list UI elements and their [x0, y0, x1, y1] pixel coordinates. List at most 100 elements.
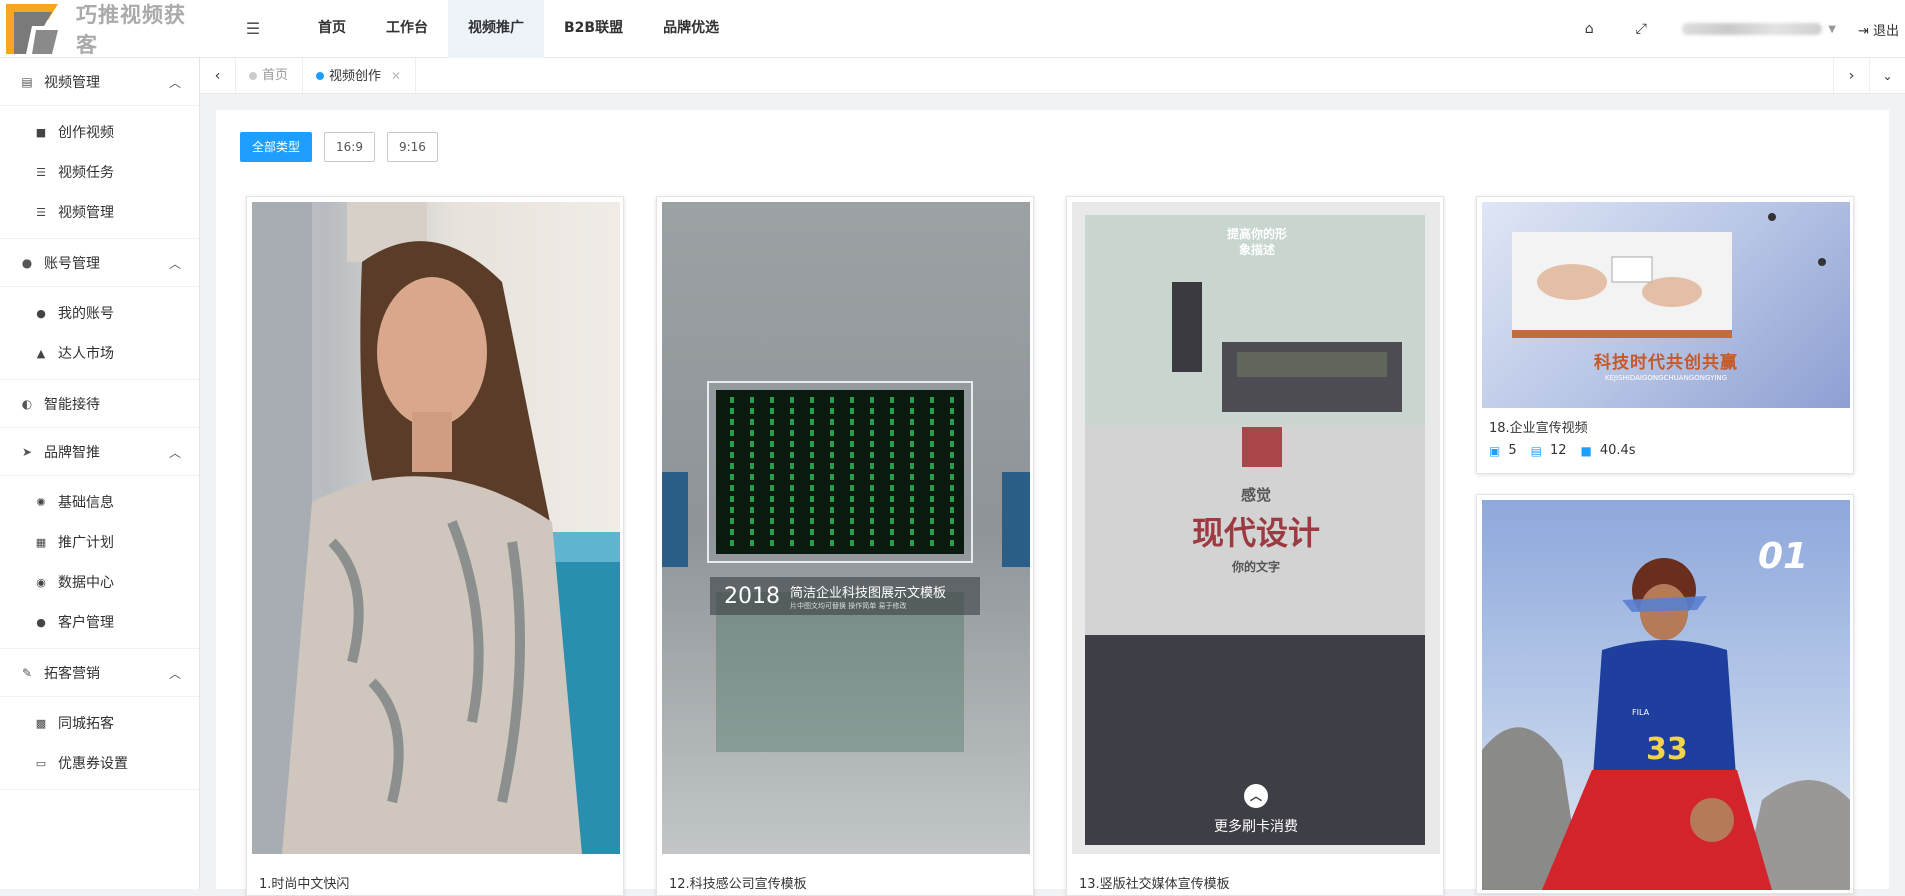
- filter-button[interactable]: 16:9: [324, 132, 375, 162]
- tech-screens-image: [662, 381, 1030, 752]
- page-tab[interactable]: 视频创作 ✕: [303, 58, 417, 94]
- overlay-title: 科技时代共创共赢: [1594, 353, 1738, 373]
- tabs-prev-icon[interactable]: ‹: [200, 58, 236, 94]
- duration: 40.4s: [1599, 443, 1636, 458]
- logo-mark-icon: [0, 0, 64, 58]
- sidebar-group-label: 品牌智推: [44, 444, 100, 461]
- template-card[interactable]: 科技时代共创共赢 KEJISHIDAIGONGCHUANGONGYING 18.…: [1476, 196, 1854, 474]
- nav-item[interactable]: 首页: [298, 0, 366, 58]
- sidebar-group-label: 拓客营销: [44, 665, 100, 682]
- logout-icon: ⇥: [1857, 23, 1869, 39]
- sidebar-item[interactable]: ■ 创作视频: [0, 112, 199, 152]
- overlay-year: 2018: [724, 584, 780, 609]
- card-icon: ▭: [35, 756, 47, 770]
- template-card[interactable]: 01 33 FILA: [1476, 494, 1854, 894]
- chevron-up-icon[interactable]: ︿: [169, 74, 181, 91]
- template-title: 12.科技感公司宣传模板: [669, 877, 807, 892]
- nav-item[interactable]: 品牌优选: [643, 0, 739, 58]
- sidebar-item[interactable]: ▭ 优惠券设置: [0, 743, 199, 783]
- sidebar-item[interactable]: ▩ 同城拓客: [0, 703, 199, 743]
- tab-status-dot: [316, 72, 325, 80]
- template-thumbnail[interactable]: 提高你的形象描述 感觉 现代设计 你的文字 ︿ 更多刷卡消费: [1072, 202, 1440, 854]
- calculator-icon: ▦: [35, 535, 47, 549]
- pen-icon: ✎: [21, 665, 33, 680]
- list-icon: ☰: [36, 205, 46, 219]
- template-title: 18.企业宣传视频: [1489, 421, 1588, 436]
- sidebar-group[interactable]: ◐ 智能接待: [0, 380, 199, 428]
- sidebar-sublist: ■ 创作视频 ☰ 视频任务 ☰ 视频管理: [0, 106, 199, 239]
- tabs-bar: ‹ 首页 视频创作 ✕ › ⌄: [200, 58, 1905, 94]
- sidebar-group-label: 智能接待: [44, 396, 100, 413]
- template-card[interactable]: 1.时尚中文快闪: [246, 196, 624, 896]
- gear-icon: ✺: [36, 495, 46, 509]
- type-filters: 全部类型 16:9 9:16: [240, 132, 450, 162]
- home-icon[interactable]: ⌂: [1578, 21, 1600, 37]
- users-icon: ●: [21, 255, 33, 270]
- sidebar-item[interactable]: ◉ 数据中心: [0, 562, 199, 602]
- sidebar-group[interactable]: ➤ 品牌智推 ︿: [0, 428, 199, 476]
- nav-item[interactable]: 工作台: [366, 0, 448, 58]
- woman-portrait-image: [252, 202, 620, 854]
- sidebar: ▤ 视频管理 ︿ ■ 创作视频 ☰ 视频任务 ☰ 视频管理 ● 账号管理 ︿ ● 我的账号 ▲ 达人市场 ◐ 智能…: [0, 58, 200, 889]
- sidebar-item-label: 推广计划: [58, 535, 114, 551]
- filter-button[interactable]: 9:16: [386, 132, 438, 162]
- image-count: 5: [1508, 443, 1517, 458]
- close-icon[interactable]: ✕: [391, 69, 401, 83]
- task-list-icon: ☰: [36, 165, 46, 179]
- sidebar-item[interactable]: ☰ 视频管理: [0, 192, 199, 232]
- dashboard-icon: ◉: [36, 575, 46, 589]
- lock-icon: ▲: [36, 346, 46, 360]
- template-card[interactable]: 2018 简洁企业科技图展示文模板 片中图文均可替换 操作简单 易于修改 12.…: [656, 196, 1034, 896]
- tab-status-dot: [249, 72, 257, 80]
- sidebar-item[interactable]: ● 客户管理: [0, 602, 199, 642]
- nav-item[interactable]: B2B联盟: [544, 0, 643, 58]
- template-card[interactable]: 提高你的形象描述 感觉 现代设计 你的文字 ︿ 更多刷卡消费 13.竖版社交媒体…: [1066, 196, 1444, 896]
- sidebar-item[interactable]: ● 我的账号: [0, 293, 199, 333]
- chevron-up-icon[interactable]: ︿: [169, 444, 181, 461]
- chevron-up-icon[interactable]: ︿: [169, 665, 181, 682]
- logo-text: 巧推视频获客: [76, 3, 186, 57]
- sidebar-item[interactable]: ☰ 视频任务: [0, 152, 199, 192]
- image-icon: ▣: [1489, 443, 1501, 458]
- template-thumbnail[interactable]: 01 33 FILA: [1482, 500, 1850, 890]
- video-camera-icon: ■: [1580, 443, 1592, 458]
- fullscreen-icon[interactable]: ⤢: [1630, 21, 1652, 37]
- overlay-brand: FILA: [1632, 708, 1650, 717]
- top-right-tools: ⌂ ⤢ ▼ ⇥ 退出: [1578, 0, 1905, 58]
- tab-label: 首页: [262, 68, 289, 83]
- sidebar-item-label: 基础信息: [58, 495, 114, 511]
- sidebar-group[interactable]: ✎ 拓客营销 ︿: [0, 649, 199, 697]
- chevron-down-icon[interactable]: ▼: [1828, 24, 1836, 35]
- logo[interactable]: 巧推视频获客: [0, 0, 200, 58]
- tabs-menu-icon[interactable]: ⌄: [1869, 58, 1905, 94]
- main-nav: 首页 工作台 视频推广 B2B联盟 品牌优选: [298, 0, 739, 58]
- menu-toggle-icon[interactable]: ☰: [242, 18, 264, 40]
- template-thumbnail[interactable]: [252, 202, 620, 854]
- sidebar-item-label: 视频任务: [58, 165, 114, 181]
- page-tab[interactable]: 首页: [236, 58, 304, 94]
- sidebar-item-label: 客户管理: [58, 615, 114, 631]
- sidebar-item-label: 我的账号: [58, 306, 114, 322]
- template-thumbnail[interactable]: 2018 简洁企业科技图展示文模板 片中图文均可替换 操作简单 易于修改: [662, 202, 1030, 854]
- sidebar-group[interactable]: ● 账号管理 ︿: [0, 239, 199, 287]
- logout-label: 退出: [1872, 23, 1899, 39]
- filter-button[interactable]: 全部类型: [240, 132, 313, 162]
- text-doc-icon: ▤: [1530, 443, 1542, 458]
- template-title: 1.时尚中文快闪: [259, 877, 350, 892]
- sidebar-item[interactable]: ▦ 推广计划: [0, 522, 199, 562]
- sidebar-sublist: ▩ 同城拓客 ▭ 优惠券设置: [0, 697, 199, 790]
- chevron-up-icon[interactable]: ︿: [1244, 784, 1268, 808]
- rocket-icon: ➤: [21, 444, 33, 459]
- template-thumbnail[interactable]: 科技时代共创共赢 KEJISHIDAIGONGCHUANGONGYING: [1482, 202, 1850, 408]
- video-doc-icon: ▤: [21, 74, 33, 89]
- chevron-up-icon[interactable]: ︿: [169, 255, 181, 272]
- tab-label: 视频创作: [329, 69, 382, 84]
- sidebar-group[interactable]: ▤ 视频管理 ︿: [0, 58, 199, 106]
- nav-item[interactable]: 视频推广: [448, 0, 544, 58]
- user-name-blurred[interactable]: [1682, 23, 1823, 35]
- overlay-bottom-text: 更多刷卡消费: [1214, 819, 1298, 835]
- logout-button[interactable]: ⇥ 退出: [1858, 20, 1899, 39]
- sidebar-item[interactable]: ✺ 基础信息: [0, 482, 199, 522]
- sidebar-item[interactable]: ▲ 达人市场: [0, 333, 199, 373]
- tabs-next-icon[interactable]: ›: [1833, 58, 1869, 94]
